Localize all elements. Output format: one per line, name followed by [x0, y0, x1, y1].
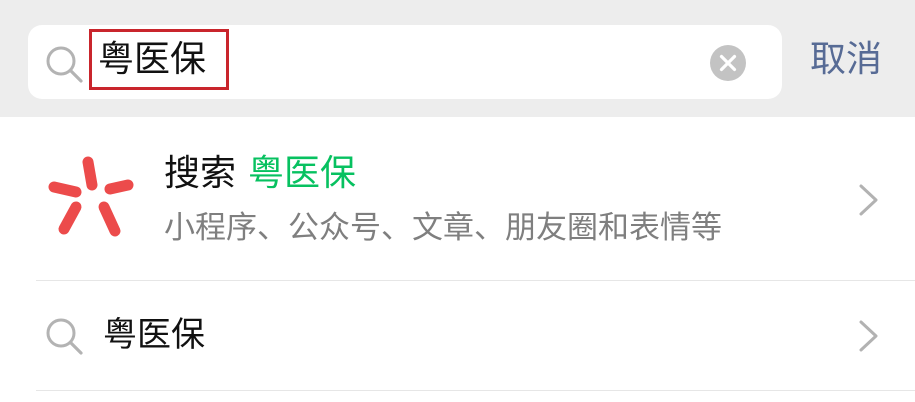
search-icon [46, 318, 83, 355]
search-query-text[interactable]: 粤医保 [98, 38, 206, 82]
suggestion-text: 粤医保 [103, 315, 205, 355]
result-title-keyword: 粤医保 [248, 153, 357, 194]
cancel-button[interactable]: 取消 [810, 38, 882, 82]
divider [36, 390, 915, 391]
clear-icon[interactable] [709, 44, 747, 82]
chevron-right-icon [859, 184, 878, 216]
result-title: 搜索 粤医保 [164, 152, 356, 196]
search-icon [46, 46, 83, 83]
red-asterisk-logo-icon [48, 156, 134, 237]
result-title-prefix: 搜索 [164, 153, 237, 194]
search-result-row[interactable] [0, 117, 915, 280]
result-subtitle: 小程序、公众号、文章、朋友圈和表情等 [164, 210, 722, 246]
divider [36, 280, 915, 281]
chevron-right-icon [859, 320, 878, 352]
